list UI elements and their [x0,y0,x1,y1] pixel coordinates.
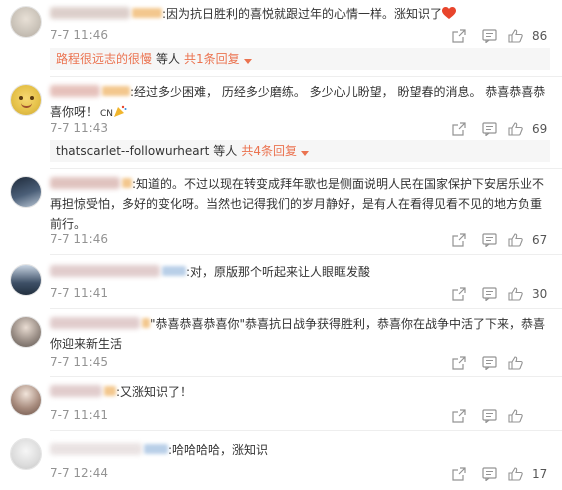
party-icon [114,105,127,117]
comment-icon[interactable] [474,408,504,424]
comment-icon[interactable] [474,286,504,302]
like-icon[interactable] [504,408,526,424]
like-icon[interactable] [504,286,526,302]
reply-user[interactable]: thatscarlet--followurheart [56,144,209,158]
comment-text: :对，原版那个听起来让人眼眶发酸 [186,265,371,279]
comment-6: :又涨知识了！ 7-7 11:41 [0,378,562,431]
chevron-down-icon[interactable] [300,151,309,157]
share-icon[interactable] [444,286,474,302]
divider [50,376,562,377]
user-badge [102,86,130,96]
user-badge [132,8,162,18]
comment-7: :哈哈哈哈，涨知识 7-7 12:44 17 [0,432,562,490]
username[interactable] [50,317,140,329]
user-badge [142,318,150,328]
comment-icon[interactable] [474,466,504,482]
divider [50,76,562,77]
comment-text: :又涨知识了！ [116,385,193,399]
comment-text: :哈哈哈哈，涨知识 [168,443,269,457]
divider [50,308,562,309]
like-icon[interactable] [504,28,526,44]
timestamp: 7-7 12:44 [50,466,108,480]
share-icon[interactable] [444,466,474,482]
username[interactable] [50,7,130,19]
avatar[interactable] [10,316,42,348]
comment-icon[interactable] [474,121,504,137]
timestamp: 7-7 11:41 [50,408,108,422]
timestamp: 7-7 11:46 [50,28,108,42]
avatar[interactable] [10,84,42,116]
comment-icon[interactable] [474,355,504,371]
reply-count-link[interactable]: 共4条回复 [241,144,297,158]
share-icon[interactable] [444,408,474,424]
divider [50,254,562,255]
like-count: 86 [532,29,548,43]
like-count: 30 [532,287,548,301]
like-icon[interactable] [504,466,526,482]
share-icon[interactable] [444,121,474,137]
avatar[interactable] [10,438,42,470]
divider [50,430,562,431]
like-icon[interactable] [504,232,526,248]
comment-2: :经过多少困难， 历经多少磨练。 多少心儿盼望， 盼望春的消息。 恭喜恭喜恭喜你… [0,78,562,170]
timestamp: 7-7 11:43 [50,121,108,135]
username[interactable] [50,385,102,397]
comment-3: :知道的。不过以现在转变成拜年歌也是侧面说明人民在国家保护下安居乐业不再担惊受怕… [0,170,562,258]
like-icon[interactable] [504,355,526,371]
heart-icon [442,7,457,19]
username[interactable] [50,177,120,189]
comment-4: :对，原版那个听起来让人眼眶发酸 7-7 11:41 30 [0,258,562,310]
avatar[interactable] [10,384,42,416]
comment-icon[interactable] [474,232,504,248]
timestamp: 7-7 11:45 [50,355,108,369]
comment-text: :因为抗日胜利的喜悦就跟过年的心情一样。涨知识了 [162,7,443,21]
comment-icon[interactable] [474,28,504,44]
share-icon[interactable] [444,232,474,248]
like-icon[interactable] [504,121,526,137]
like-count: 67 [532,233,548,247]
reply-count-link[interactable]: 共1条回复 [184,52,240,66]
comment-5: "恭喜恭喜恭喜你"恭喜抗日战争获得胜利，恭喜你在战争中活了下来，恭喜你迎来新生活… [0,310,562,378]
chevron-down-icon[interactable] [243,59,252,65]
reply-summary[interactable]: 路程很远志的很慢 等人 共1条回复 [50,48,550,70]
share-icon[interactable] [444,355,474,371]
timestamp: 7-7 11:41 [50,286,108,300]
user-badge [104,386,116,396]
comment-1: :因为抗日胜利的喜悦就跟过年的心情一样。涨知识了 7-7 11:46 86 路程… [0,0,562,78]
avatar[interactable] [10,6,42,38]
share-icon[interactable] [444,28,474,44]
username[interactable] [50,85,100,97]
username[interactable] [50,265,160,277]
divider [50,168,562,169]
avatar[interactable] [10,176,42,208]
timestamp: 7-7 11:46 [50,232,108,246]
username[interactable] [50,443,142,455]
reply-summary[interactable]: thatscarlet--followurheart 等人 共4条回复 [50,140,550,162]
cn-badge: CN [100,109,114,119]
like-count: 17 [532,467,548,481]
user-badge [162,266,186,276]
user-badge [144,444,168,454]
like-count: 69 [532,122,548,136]
avatar[interactable] [10,264,42,296]
reply-user[interactable]: 路程很远志的很慢 [56,52,152,66]
user-badge [122,178,132,188]
